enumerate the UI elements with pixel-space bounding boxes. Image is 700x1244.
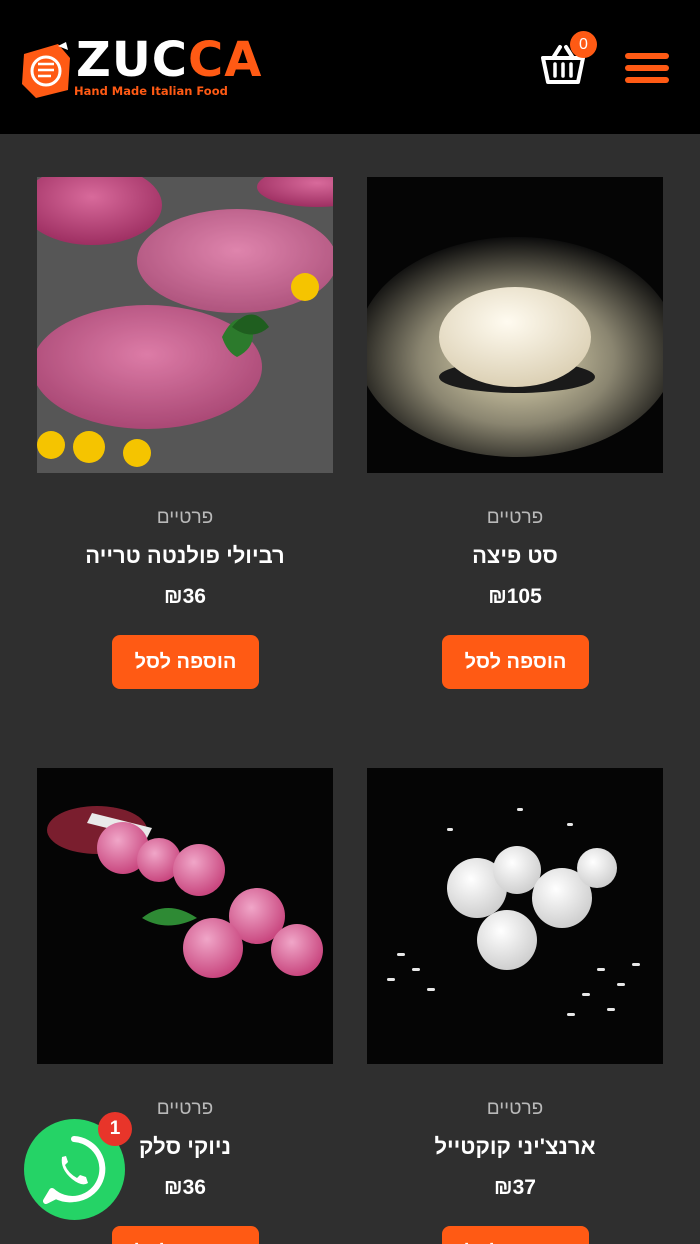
- product-price: ₪105: [488, 585, 542, 608]
- product-category: פרטיים: [156, 1098, 214, 1119]
- site-header: ZUCCA Hand Made Italian Food 0: [0, 0, 700, 134]
- beet-gnocchi-photo[interactable]: [37, 768, 333, 1064]
- cart-count-badge: 0: [570, 31, 597, 58]
- ravioli-photo[interactable]: [37, 177, 333, 473]
- product-title[interactable]: רביולי פולנטה טרייה: [37, 543, 333, 569]
- logo-badge-icon: [22, 42, 70, 98]
- product-price: ₪37: [494, 1176, 536, 1199]
- product-card: פרטיים ניוקי סלק ₪36 הוספה לסל: [37, 768, 333, 1244]
- product-card: פרטיים רביולי פולנטה טרייה ₪36 הוספה לסל: [37, 177, 333, 689]
- zucca-logo[interactable]: ZUCCA Hand Made Italian Food: [18, 32, 293, 102]
- product-category: פרטיים: [486, 507, 544, 528]
- product-price: ₪36: [164, 585, 206, 608]
- notification-badge: 1: [98, 1112, 132, 1146]
- product-category: פרטיים: [156, 507, 214, 528]
- brand-tagline: Hand Made Italian Food: [74, 84, 228, 98]
- product-title[interactable]: ארנצ'יני קוקטייל: [367, 1134, 663, 1160]
- hamburger-menu-icon[interactable]: [625, 53, 669, 85]
- add-to-cart-button[interactable]: הוספה לסל: [112, 635, 259, 689]
- add-to-cart-button[interactable]: הוספה לסל: [442, 635, 589, 689]
- arancini-photo[interactable]: [367, 768, 663, 1064]
- product-card: פרטיים ארנצ'יני קוקטייל ₪37 הוספה לסל: [367, 768, 663, 1244]
- product-title[interactable]: סט פיצה: [367, 543, 663, 569]
- brand-name: ZUCCA: [76, 32, 263, 88]
- add-to-cart-button[interactable]: הוספה לסל: [442, 1226, 589, 1244]
- add-to-cart-button[interactable]: הוספה לסל: [112, 1226, 259, 1244]
- pizza-dough-photo[interactable]: [367, 177, 663, 473]
- product-category: פרטיים: [486, 1098, 544, 1119]
- product-card: פרטיים סט פיצה ₪105 הוספה לסל: [367, 177, 663, 689]
